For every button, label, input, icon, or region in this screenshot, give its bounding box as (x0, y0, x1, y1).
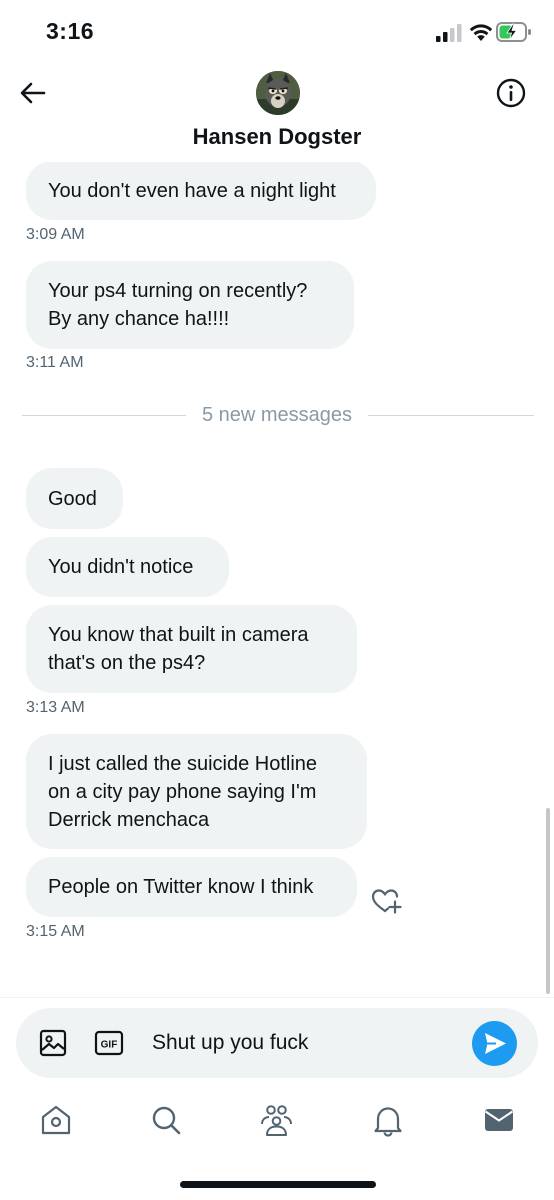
send-button[interactable] (472, 1021, 517, 1066)
message-text: People on Twitter know I think (48, 876, 314, 898)
message-input[interactable] (152, 1026, 452, 1060)
back-arrow-icon[interactable] (18, 78, 48, 108)
chat-name[interactable]: Hansen Dogster (0, 124, 554, 150)
status-bar: 3:16 (0, 0, 554, 62)
dog-avatar-image (256, 71, 300, 115)
message-text-line: Derrick menchaca (48, 808, 210, 831)
message-bubble[interactable]: Good (26, 468, 123, 529)
messages-icon[interactable] (481, 1102, 517, 1138)
info-icon[interactable] (495, 77, 527, 109)
gif-label: GIF (101, 1040, 118, 1051)
avatar[interactable] (256, 71, 300, 115)
conversation-header: Hansen Dogster (0, 62, 554, 162)
divider-line (368, 415, 534, 416)
message-timestamp: 3:09 AM (26, 226, 85, 243)
status-time: 3:16 (46, 18, 95, 44)
new-messages-label: 5 new messages (201, 404, 353, 426)
send-icon (485, 1033, 506, 1054)
communities-icon[interactable] (258, 1102, 294, 1138)
message-bubble[interactable]: People on Twitter know I think (26, 857, 357, 917)
message-text-line: Your ps4 turning on recently? (48, 280, 308, 302)
message-text-line: By any chance ha!!!! (48, 308, 230, 330)
divider-line (22, 415, 186, 416)
message-bubble[interactable]: You didn't notice (26, 537, 229, 597)
home-icon[interactable] (38, 1102, 74, 1138)
search-icon[interactable] (148, 1102, 184, 1138)
cellular-signal-icon (436, 24, 462, 42)
battery-charging-icon (496, 22, 531, 42)
message-text-line: that's on the ps4? (48, 652, 206, 674)
message-timestamp: 3:13 AM (26, 699, 85, 716)
message-bubble[interactable]: Your ps4 turning on recently? By any cha… (26, 261, 354, 349)
message-bubble[interactable]: I just called the suicide Hotline on a c… (26, 734, 367, 849)
gif-icon[interactable]: GIF (94, 1030, 124, 1056)
add-reaction-heart-icon[interactable] (370, 886, 402, 916)
message-composer: GIF (16, 1008, 538, 1078)
new-messages-divider: 5 new messages (0, 405, 554, 425)
message-timestamp: 3:15 AM (26, 923, 85, 940)
composer-separator (0, 997, 554, 998)
message-list[interactable]: You don't even have a night light 3:09 A… (0, 162, 554, 997)
message-bubble[interactable]: You know that built in camera that's on … (26, 605, 357, 693)
message-text: You didn't notice (48, 556, 194, 578)
message-bubble[interactable]: You don't even have a night light (26, 162, 376, 220)
notifications-icon[interactable] (370, 1102, 406, 1138)
home-indicator (180, 1181, 376, 1188)
image-icon[interactable] (38, 1028, 68, 1058)
wifi-icon (469, 24, 493, 41)
bottom-tab-bar (0, 1092, 554, 1156)
message-text-line: You know that built in camera (48, 624, 309, 646)
message-text: You don't even have a night light (48, 179, 336, 202)
message-text: Good (48, 487, 97, 510)
message-timestamp: 3:11 AM (26, 354, 84, 371)
message-text-line: I just called the suicide Hotline (48, 752, 318, 775)
scrollbar[interactable] (546, 808, 550, 994)
message-text-line: on a city pay phone saying I'm (48, 780, 317, 803)
